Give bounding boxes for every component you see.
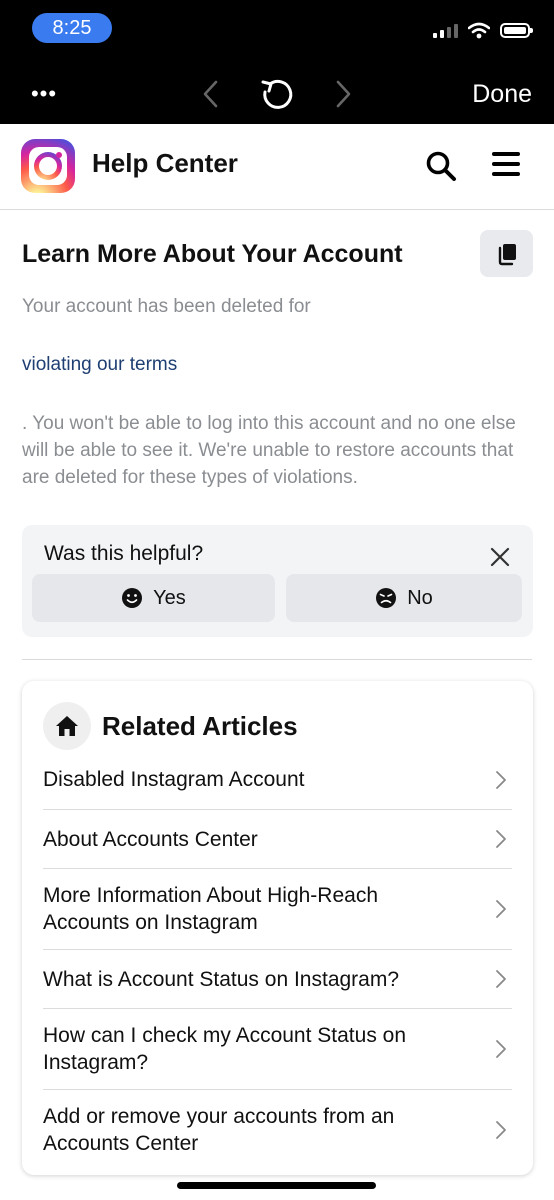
related-article-item[interactable]: More Information About High-Reach Accoun… (43, 869, 512, 950)
related-article-item[interactable]: Disabled Instagram Account (43, 750, 512, 810)
status-time: 8:25 (32, 13, 112, 43)
related-article-item[interactable]: How can I check my Account Status on Ins… (43, 1009, 512, 1090)
chevron-left-icon (203, 80, 218, 108)
related-article-label: More Information About High-Reach Accoun… (43, 884, 379, 934)
search-icon (426, 151, 456, 181)
no-label: No (407, 586, 433, 609)
forward-button[interactable] (322, 72, 366, 116)
done-button[interactable]: Done (472, 72, 532, 116)
related-article-label: Disabled Instagram Account (43, 768, 305, 791)
search-button[interactable] (424, 149, 458, 183)
menu-icon[interactable] (492, 152, 520, 180)
related-article-label: Add or remove your accounts from an Acco… (43, 1105, 395, 1155)
article-intro-text: Your account has been deleted for (22, 296, 311, 317)
chevron-right-icon (496, 771, 506, 789)
home-icon (43, 702, 91, 750)
section-divider (22, 659, 532, 660)
chevron-right-icon (496, 830, 506, 848)
close-icon (490, 547, 510, 567)
chevron-right-icon (496, 900, 506, 918)
help-center-header: Help Center (0, 124, 554, 210)
related-articles-title: Related Articles (102, 711, 298, 741)
related-article-label: About Accounts Center (43, 828, 258, 851)
reload-button[interactable] (255, 72, 299, 116)
happy-face-icon (122, 588, 143, 608)
violating-terms-link[interactable]: violating our terms (22, 354, 177, 376)
reload-icon (261, 79, 293, 109)
related-article-item[interactable]: Add or remove your accounts from an Acco… (43, 1090, 512, 1171)
yes-button[interactable]: Yes (32, 574, 275, 622)
related-articles-card: Related Articles Disabled Instagram Acco… (22, 681, 533, 1175)
wifi-icon (468, 22, 490, 38)
battery-icon (500, 22, 533, 38)
related-article-item[interactable]: What is Account Status on Instagram? (43, 950, 512, 1009)
instagram-logo[interactable] (21, 139, 75, 193)
no-button[interactable]: No (286, 574, 522, 622)
copy-icon (498, 243, 516, 265)
related-article-label: What is Account Status on Instagram? (43, 968, 400, 991)
feedback-box: Was this helpful? Yes No (22, 525, 533, 637)
article-title: Learn More About Your Account (22, 240, 403, 268)
yes-label: Yes (153, 586, 186, 609)
status-icons (433, 20, 533, 40)
chevron-right-icon (496, 970, 506, 988)
chevron-right-icon (336, 80, 351, 108)
copy-link-button[interactable] (480, 230, 533, 277)
sad-face-icon (376, 588, 397, 608)
browser-top-bar: 8:25 ••• Done (0, 0, 554, 124)
more-options-button[interactable]: ••• (24, 72, 64, 116)
feedback-question: Was this helpful? (44, 542, 204, 565)
chevron-right-icon (496, 1040, 506, 1058)
chevron-right-icon (496, 1121, 506, 1139)
related-article-item[interactable]: About Accounts Center (43, 810, 512, 869)
home-indicator[interactable] (177, 1182, 376, 1189)
cellular-signal-icon (433, 22, 458, 38)
article-body-text: . You won't be able to log into this acc… (22, 413, 516, 488)
related-article-label: How can I check my Account Status on Ins… (43, 1024, 407, 1074)
close-feedback-button[interactable] (488, 545, 512, 569)
back-button[interactable] (188, 72, 232, 116)
help-center-title[interactable]: Help Center (92, 148, 238, 179)
